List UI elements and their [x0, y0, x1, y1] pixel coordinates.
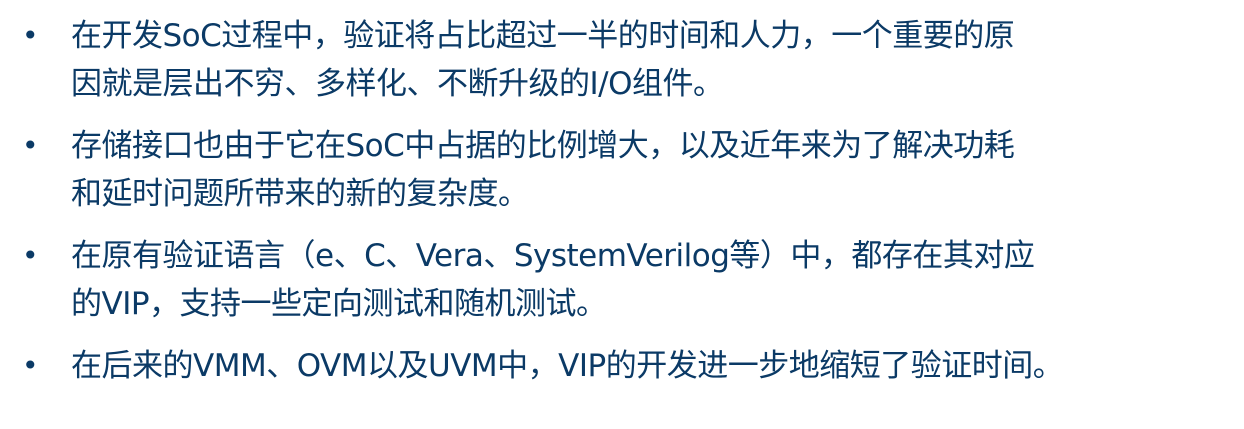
bullet-line: 的VIP，支持一些定向测试和随机测试。 [71, 286, 607, 322]
bullet-line: 在开发SoC过程中，验证将占比超过一半的时间和人力，一个重要的原 [71, 18, 1015, 54]
bullet-text: 在原有验证语言（e、C、Vera、SystemVerilog等）中，都存在其对应… [71, 232, 1241, 328]
bullet-line: 在后来的VMM、OVM以及UVM中，VIP的开发进一步地缩短了验证时间。 [71, 348, 1064, 384]
slide-body: • 在开发SoC过程中，验证将占比超过一半的时间和人力，一个重要的原 因就是层出… [0, 0, 1244, 429]
bullet-line: 在原有验证语言（e、C、Vera、SystemVerilog等）中，都存在其对应 [71, 238, 1035, 274]
bullet-icon: • [22, 349, 39, 382]
bullet-line: 和延时问题所带来的新的复杂度。 [71, 176, 529, 212]
bullet-line: 因就是层出不穷、多样化、不断升级的I/O组件。 [71, 66, 724, 102]
bullet-text: 存储接口也由于它在SoC中占据的比例增大，以及近年来为了解决功耗 和延时问题所带… [71, 122, 1241, 218]
bullet-icon: • [22, 19, 39, 52]
bullet-icon: • [22, 239, 39, 272]
bullet-icon: • [22, 129, 39, 162]
bullet-text: 在后来的VMM、OVM以及UVM中，VIP的开发进一步地缩短了验证时间。 [71, 342, 1241, 390]
bullet-text: 在开发SoC过程中，验证将占比超过一半的时间和人力，一个重要的原 因就是层出不穷… [71, 12, 1241, 108]
bullet-line: 存储接口也由于它在SoC中占据的比例增大，以及近年来为了解决功耗 [71, 128, 1015, 164]
